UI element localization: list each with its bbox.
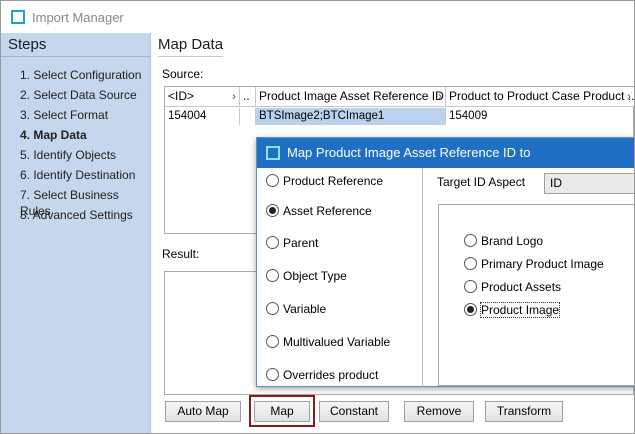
radio-button-icon	[464, 280, 477, 294]
steps-sidebar: Steps 1. Select Configuration 2. Select …	[1, 33, 151, 433]
column-header-label: Product to Product Case Product ...	[449, 89, 634, 103]
step-map-data[interactable]: 4. Map Data	[20, 127, 150, 147]
dialog-window-icon	[266, 146, 280, 160]
steps-list: 1. Select Configuration 2. Select Data S…	[20, 67, 150, 227]
import-manager-window: Import Manager Steps 1. Select Configura…	[0, 0, 635, 434]
radio-button-icon	[464, 234, 477, 248]
steps-heading-bar: Steps	[1, 33, 150, 57]
table-cell[interactable]	[240, 108, 256, 125]
column-header-product-case[interactable]: Product to Product Case Product ... ›	[446, 87, 634, 107]
option-multivalued-variable[interactable]: Multivalued Variable	[266, 335, 390, 351]
step-select-format[interactable]: 3. Select Format	[20, 107, 150, 127]
dialog-title: Map Product Image Asset Reference ID to	[287, 145, 531, 160]
step-select-configuration[interactable]: 1. Select Configuration	[20, 67, 150, 87]
aspect-option-product-image[interactable]: Product Image	[464, 302, 561, 319]
map-target-dialog: Map Product Image Asset Reference ID to …	[256, 137, 634, 387]
option-label: Primary Product Image	[481, 257, 604, 271]
option-label: Variable	[283, 302, 327, 316]
table-cell-selected[interactable]: BTSImage2;BTCImage1	[256, 108, 446, 125]
option-label: Overrides product	[283, 368, 379, 382]
column-header-label: ..	[243, 89, 250, 103]
chevron-right-icon: ›	[438, 89, 442, 103]
option-label: Object Type	[283, 269, 347, 283]
option-label: Parent	[283, 236, 319, 250]
radio-button-icon	[464, 257, 477, 271]
option-product-reference[interactable]: Product Reference	[266, 174, 383, 190]
page-title: Map Data	[158, 36, 224, 57]
option-label: Product Image	[479, 302, 561, 318]
steps-heading: Steps	[8, 36, 47, 53]
radio-button-icon	[266, 174, 279, 188]
table-cell[interactable]: 154004	[165, 108, 240, 125]
option-label: Asset Reference	[283, 204, 372, 218]
column-header-collapsed[interactable]: ..	[240, 87, 256, 107]
option-variable[interactable]: Variable	[266, 302, 326, 318]
asset-reference-type-panel: Brand Logo Primary Product Image Product…	[438, 204, 634, 386]
remove-button[interactable]: Remove	[404, 401, 474, 422]
option-overrides-product[interactable]: Overrides product	[266, 368, 378, 384]
step-advanced-settings[interactable]: 8. Advanced Settings	[20, 207, 150, 227]
radio-button-icon	[266, 302, 279, 316]
step-identify-objects[interactable]: 5. Identify Objects	[20, 147, 150, 167]
column-header-asset-reference-id[interactable]: Product Image Asset Reference ID ›	[256, 87, 446, 107]
window-icon	[11, 10, 25, 24]
column-header-label: <ID>	[168, 89, 195, 103]
target-type-options: Product Reference Asset Reference Parent…	[257, 168, 423, 387]
radio-button-checked-icon	[266, 204, 279, 218]
radio-button-icon	[266, 368, 279, 382]
target-id-aspect-label: Target ID Aspect	[437, 175, 526, 189]
option-asset-reference[interactable]: Asset Reference	[266, 204, 372, 220]
step-select-data-source[interactable]: 2. Select Data Source	[20, 87, 150, 107]
option-label: Multivalued Variable	[283, 335, 391, 349]
map-button[interactable]: Map	[254, 401, 310, 422]
table-cell[interactable]: 154009	[446, 108, 634, 125]
radio-button-checked-icon	[464, 303, 477, 317]
chevron-right-icon: ›	[232, 89, 236, 103]
result-label: Result:	[162, 247, 200, 261]
aspect-option-product-assets[interactable]: Product Assets	[464, 280, 561, 296]
target-id-aspect-select[interactable]: ID	[544, 173, 634, 194]
option-label: Product Assets	[481, 280, 562, 294]
dialog-title-bar[interactable]: Map Product Image Asset Reference ID to	[257, 138, 634, 168]
title-bar: Import Manager	[1, 1, 634, 33]
option-label: Product Reference	[283, 174, 384, 188]
option-object-type[interactable]: Object Type	[266, 269, 347, 285]
option-label: Brand Logo	[481, 234, 544, 248]
radio-button-icon	[266, 236, 279, 250]
column-header-id[interactable]: <ID> ›	[165, 87, 240, 107]
window-title: Import Manager	[32, 10, 124, 25]
constant-button[interactable]: Constant	[319, 401, 389, 422]
transform-button[interactable]: Transform	[485, 401, 563, 422]
aspect-option-brand-logo[interactable]: Brand Logo	[464, 234, 543, 250]
aspect-option-primary-product-image[interactable]: Primary Product Image	[464, 257, 604, 273]
chevron-right-icon: ›	[627, 89, 631, 103]
option-parent[interactable]: Parent	[266, 236, 318, 252]
step-identify-destination[interactable]: 6. Identify Destination	[20, 167, 150, 187]
column-header-label: Product Image Asset Reference ID	[259, 89, 444, 103]
source-label: Source:	[162, 67, 204, 81]
step-select-business-rules[interactable]: 7. Select Business Rules	[20, 187, 150, 218]
auto-map-button[interactable]: Auto Map	[165, 401, 241, 422]
radio-button-icon	[266, 335, 279, 349]
radio-button-icon	[266, 269, 279, 283]
